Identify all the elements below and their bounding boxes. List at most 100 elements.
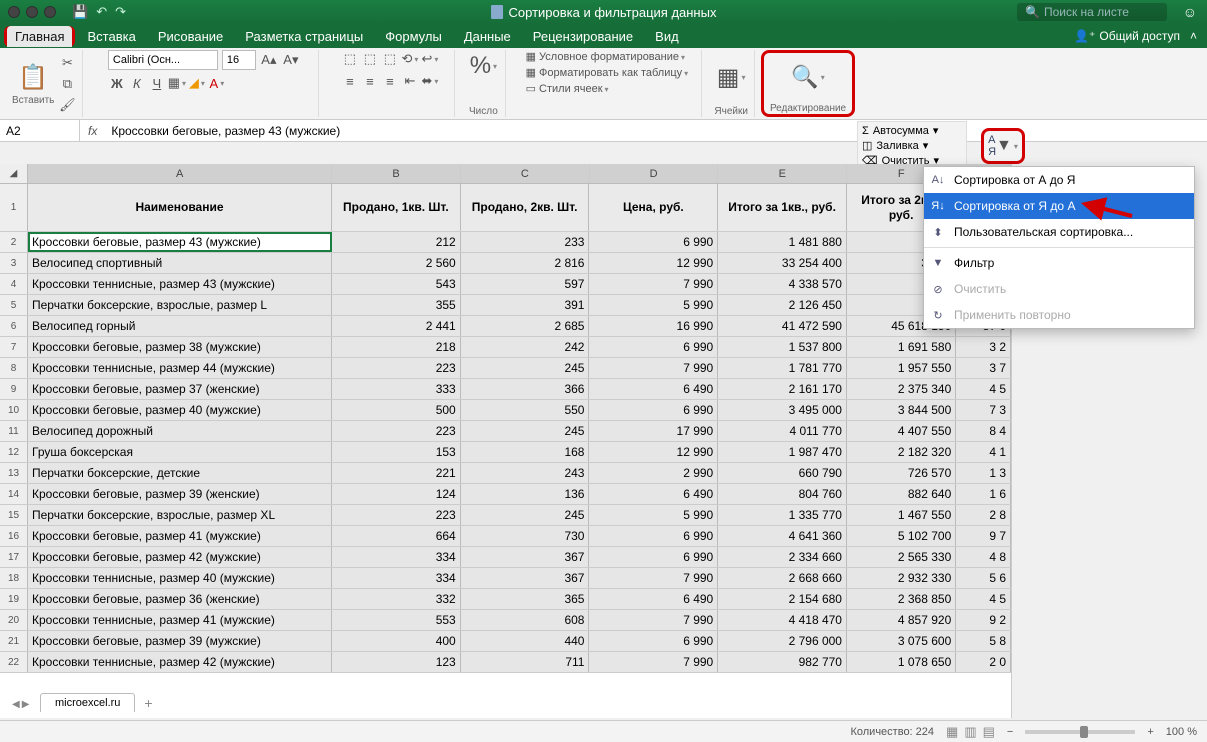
row-header[interactable]: 9 xyxy=(0,379,28,399)
row-header[interactable]: 8 xyxy=(0,358,28,378)
percent-icon[interactable]: % xyxy=(467,50,499,82)
cell[interactable]: 4 407 550 xyxy=(847,421,956,441)
sheet-tab-active[interactable]: microexcel.ru xyxy=(40,693,135,712)
cell[interactable]: 982 770 xyxy=(718,652,847,672)
cell[interactable]: Кроссовки беговые, размер 37 (женские) xyxy=(28,379,332,399)
cell[interactable]: 597 xyxy=(461,274,590,294)
cell[interactable]: Кроссовки теннисные, размер 41 (мужские) xyxy=(28,610,332,630)
cell[interactable]: 4 8 xyxy=(956,547,1011,567)
share-button[interactable]: 👤⁺ Общий доступ ˄ xyxy=(1074,29,1203,43)
normal-view-icon[interactable]: ▦ xyxy=(946,724,958,740)
indent-left-icon[interactable]: ⇤ xyxy=(401,72,419,90)
cell[interactable]: 391 xyxy=(461,295,590,315)
row-header[interactable]: 6 xyxy=(0,316,28,336)
cell[interactable]: 5 8 xyxy=(956,631,1011,651)
user-account-icon[interactable]: ☺ xyxy=(1183,4,1197,20)
cell[interactable]: 16 990 xyxy=(589,316,718,336)
find-icon[interactable]: 🔍 xyxy=(792,61,824,93)
cell[interactable]: 124 xyxy=(332,484,461,504)
tab-view[interactable]: Вид xyxy=(645,25,689,48)
cell[interactable]: 2 334 660 xyxy=(718,547,847,567)
formula-input[interactable] xyxy=(105,120,1207,141)
cell[interactable]: 136 xyxy=(461,484,590,504)
cell[interactable]: 660 790 xyxy=(718,463,847,483)
cell[interactable]: 332 xyxy=(332,589,461,609)
cell[interactable]: 550 xyxy=(461,400,590,420)
row-header[interactable]: 17 xyxy=(0,547,28,567)
row-header[interactable]: 5 xyxy=(0,295,28,315)
orientation-icon[interactable]: ⟲ xyxy=(401,50,419,68)
cell[interactable]: 1 691 580 xyxy=(847,337,956,357)
row-header[interactable]: 10 xyxy=(0,400,28,420)
cell[interactable]: 730 xyxy=(461,526,590,546)
cell[interactable]: 4 5 xyxy=(956,589,1011,609)
cell[interactable]: 2 368 850 xyxy=(847,589,956,609)
cell[interactable]: 12 990 xyxy=(589,253,718,273)
font-color-icon[interactable]: A xyxy=(208,74,226,92)
cell[interactable]: 440 xyxy=(461,631,590,651)
close-window-icon[interactable] xyxy=(8,6,20,18)
col-header-a[interactable]: A xyxy=(28,164,332,183)
tab-page-layout[interactable]: Разметка страницы xyxy=(235,25,373,48)
format-painter-icon[interactable]: 🖌 xyxy=(58,96,76,114)
minimize-window-icon[interactable] xyxy=(26,6,38,18)
page-layout-view-icon[interactable]: ▥ xyxy=(964,724,976,740)
font-name-combo[interactable] xyxy=(108,50,218,70)
cell[interactable]: 500 xyxy=(332,400,461,420)
cell[interactable]: 218 xyxy=(332,337,461,357)
cell[interactable]: Кроссовки теннисные, размер 40 (мужские) xyxy=(28,568,332,588)
cell[interactable]: 608 xyxy=(461,610,590,630)
tab-insert[interactable]: Вставка xyxy=(77,25,145,48)
cell[interactable]: 4 418 470 xyxy=(718,610,847,630)
sheet-next-icon[interactable]: ▶ xyxy=(22,699,30,710)
cell[interactable]: 726 570 xyxy=(847,463,956,483)
name-box[interactable]: A2 xyxy=(0,120,80,141)
undo-icon[interactable]: ↶ xyxy=(96,4,107,20)
align-top-icon[interactable]: ⬚ xyxy=(341,50,359,68)
font-size-combo[interactable] xyxy=(222,50,256,70)
cell[interactable]: Велосипед горный xyxy=(28,316,332,336)
cell[interactable]: 6 990 xyxy=(589,547,718,567)
cell[interactable]: Перчатки боксерские, взрослые, размер XL xyxy=(28,505,332,525)
save-icon[interactable]: 💾 xyxy=(72,4,88,20)
underline-icon[interactable]: Ч xyxy=(148,74,166,92)
cell[interactable]: 242 xyxy=(461,337,590,357)
cell[interactable]: 2 796 000 xyxy=(718,631,847,651)
cell[interactable]: 2 8 xyxy=(956,505,1011,525)
row-header[interactable]: 13 xyxy=(0,463,28,483)
cell[interactable]: Перчатки боксерские, детские xyxy=(28,463,332,483)
row-header[interactable]: 16 xyxy=(0,526,28,546)
align-center-icon[interactable]: ≡ xyxy=(361,72,379,90)
increase-font-icon[interactable]: A▴ xyxy=(260,51,278,69)
italic-icon[interactable]: К xyxy=(128,74,146,92)
cell[interactable]: 1 987 470 xyxy=(718,442,847,462)
cell[interactable]: 6 990 xyxy=(589,337,718,357)
cell[interactable]: 367 xyxy=(461,568,590,588)
cell[interactable]: 4 641 360 xyxy=(718,526,847,546)
conditional-formatting-button[interactable]: ▦ Условное форматирование xyxy=(526,50,685,63)
cell[interactable]: 3 075 600 xyxy=(847,631,956,651)
cell[interactable]: 400 xyxy=(332,631,461,651)
cell[interactable]: 223 xyxy=(332,358,461,378)
cell[interactable]: 2 560 xyxy=(332,253,461,273)
cell[interactable]: 6 990 xyxy=(589,631,718,651)
cell[interactable]: 7 990 xyxy=(589,610,718,630)
row-header[interactable]: 22 xyxy=(0,652,28,672)
cell[interactable]: Кроссовки теннисные, размер 44 (мужские) xyxy=(28,358,332,378)
cell[interactable]: 245 xyxy=(461,358,590,378)
header-cell[interactable]: Продано, 2кв. Шт. xyxy=(461,184,590,231)
cell[interactable]: 7 990 xyxy=(589,652,718,672)
cell[interactable]: 334 xyxy=(332,547,461,567)
menu-sort-desc[interactable]: Я↓Сортировка от Я до А xyxy=(924,193,1194,219)
cell[interactable]: 1 467 550 xyxy=(847,505,956,525)
cell[interactable]: 12 990 xyxy=(589,442,718,462)
tab-review[interactable]: Рецензирование xyxy=(523,25,643,48)
cell[interactable]: 17 990 xyxy=(589,421,718,441)
cell[interactable]: 5 6 xyxy=(956,568,1011,588)
cell[interactable]: 5 990 xyxy=(589,505,718,525)
cell[interactable]: 367 xyxy=(461,547,590,567)
sort-filter-button[interactable]: АЯ ▼ ▾ xyxy=(981,128,1025,164)
cell[interactable]: 334 xyxy=(332,568,461,588)
cell[interactable]: 1 078 650 xyxy=(847,652,956,672)
cell[interactable]: 1 481 880 xyxy=(718,232,847,252)
